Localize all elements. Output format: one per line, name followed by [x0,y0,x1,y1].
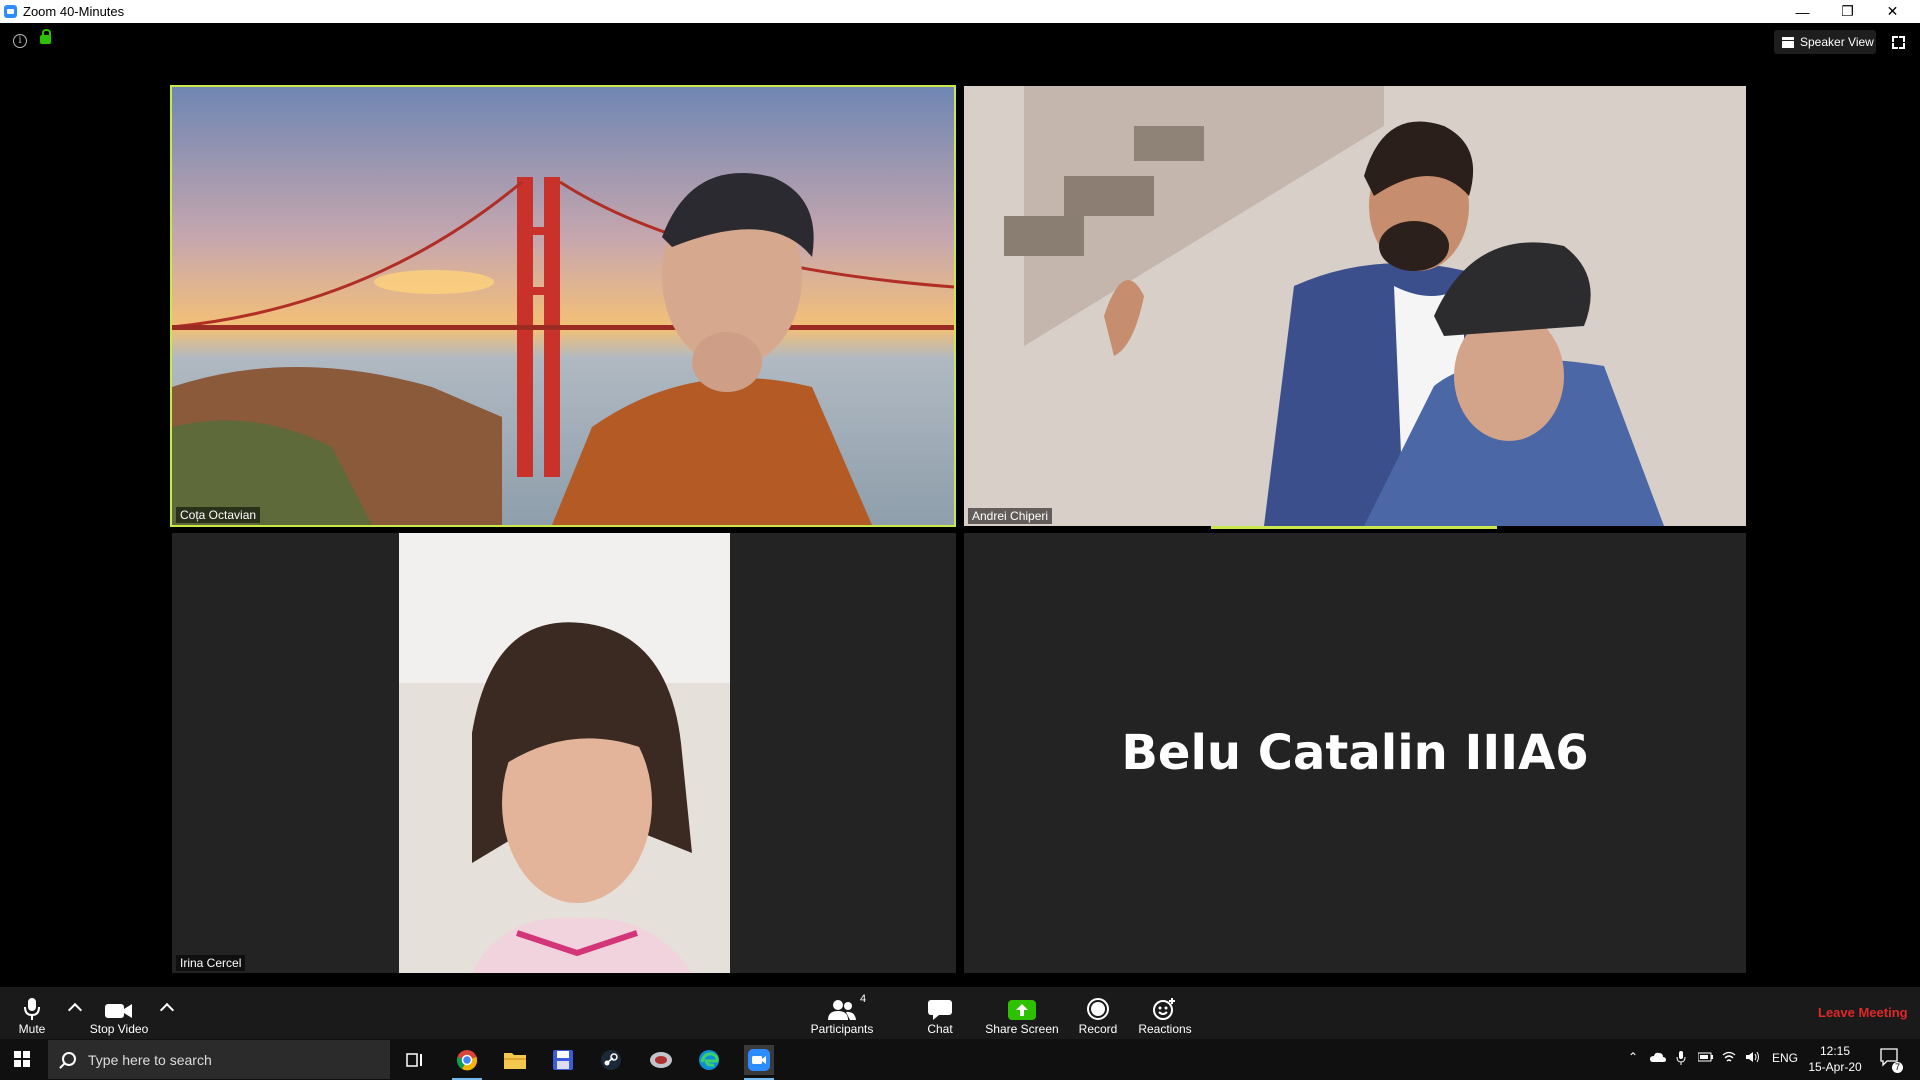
stop-video-label: Stop Video [89,1022,149,1036]
fullscreen-icon[interactable] [1892,36,1905,49]
taskbar-clock[interactable]: 12:15 15-Apr-20 [1800,1043,1870,1075]
video-tile-4[interactable]: Belu Catalin IIIA6 [964,533,1746,973]
save-app-icon[interactable] [548,1045,578,1075]
zoom-logo-icon [4,5,17,18]
window-title-bar: Zoom 40-Minutes — ❐ ✕ [0,0,1920,24]
clock-time: 12:15 [1819,1044,1851,1058]
search-icon [62,1052,76,1066]
close-button[interactable]: ✕ [1870,0,1915,23]
reactions-button[interactable]: Reactions [1138,987,1192,1039]
notification-count-badge: 7 [1892,1062,1903,1073]
video-tile-2[interactable]: Andrei Chiperi [964,86,1746,526]
clock-date: 15-Apr-20 [1808,1060,1862,1074]
mute-label: Mute [18,1022,46,1036]
edge-icon[interactable] [694,1045,724,1075]
task-view-icon[interactable] [400,1045,430,1075]
volume-icon[interactable] [1746,1051,1760,1066]
onedrive-icon[interactable] [1650,1051,1666,1065]
leave-meeting-button[interactable]: Leave Meeting [1818,1005,1908,1020]
participant-name-label: Irina Cercel [176,955,246,971]
wifi-icon[interactable] [1722,1051,1736,1066]
video-feed-3 [172,533,956,973]
reactions-label: Reactions [1138,1022,1192,1036]
meeting-area: i Speaker View Coța Octavian Andrei Chip… [0,23,1920,987]
speaker-view-label: Speaker View [1800,35,1874,49]
participants-icon [828,1000,856,1020]
taskbar-search-box[interactable]: Type here to search [48,1040,390,1079]
video-feed-2 [964,86,1746,526]
speaking-indicator [1211,526,1497,529]
tray-chevron-up-icon[interactable]: ⌃ [1628,1050,1638,1064]
video-options-chevron-icon[interactable] [159,1002,175,1018]
info-icon[interactable]: i [13,34,27,48]
battery-icon[interactable] [1697,1051,1714,1065]
participant-name-label: Coța Octavian [176,507,261,523]
participants-label: Participants [810,1022,874,1036]
speaker-view-button[interactable]: Speaker View [1774,30,1876,54]
minimize-button[interactable]: — [1780,0,1825,23]
chat-label: Chat [927,1022,953,1036]
record-button[interactable]: Record [1076,987,1120,1039]
microphone-tray-icon[interactable] [1676,1051,1686,1068]
video-feed-1 [172,87,954,525]
share-screen-icon [1008,1000,1036,1020]
windows-start-icon[interactable] [14,1051,31,1068]
participant-name-label: Andrei Chiperi [968,508,1053,524]
steam-icon[interactable] [596,1045,626,1075]
speaker-view-icon [1782,36,1794,48]
search-placeholder: Type here to search [88,1052,212,1068]
chrome-icon[interactable] [452,1045,482,1080]
language-indicator[interactable]: ENG [1772,1051,1798,1065]
zoom-taskbar-icon[interactable] [744,1045,774,1080]
participants-count: 4 [860,993,867,1005]
record-label: Record [1078,1022,1118,1036]
window-title: Zoom 40-Minutes [23,4,125,19]
chat-button[interactable]: Chat [920,987,960,1039]
restore-button[interactable]: ❐ [1825,0,1870,23]
video-tile-3[interactable]: Irina Cercel [172,533,956,973]
mute-button[interactable]: Mute [12,987,52,1039]
chat-icon [928,1000,952,1020]
encryption-lock-icon[interactable] [40,29,51,44]
meeting-toolbar: Mute Stop Video Participants 4 Chat Shar… [0,987,1920,1039]
windows-taskbar: Type here to search ⌃ ENG 12:15 15-Apr-2… [0,1039,1920,1080]
participants-button[interactable]: Participants [806,987,878,1039]
record-icon [1087,998,1109,1020]
share-screen-label: Share Screen [985,1022,1059,1036]
stop-video-button[interactable]: Stop Video [86,987,152,1039]
video-camera-icon [105,1004,132,1018]
microphone-icon [24,998,40,1020]
file-explorer-icon[interactable] [500,1045,530,1075]
video-tile-1[interactable]: Coța Octavian [170,85,956,527]
audio-options-chevron-icon[interactable] [67,1002,83,1018]
participant-name-display: Belu Catalin IIIA6 [1121,725,1589,781]
app-icon[interactable] [646,1045,676,1075]
reactions-emoji-icon [1153,998,1175,1020]
share-screen-button[interactable]: Share Screen [982,987,1062,1039]
